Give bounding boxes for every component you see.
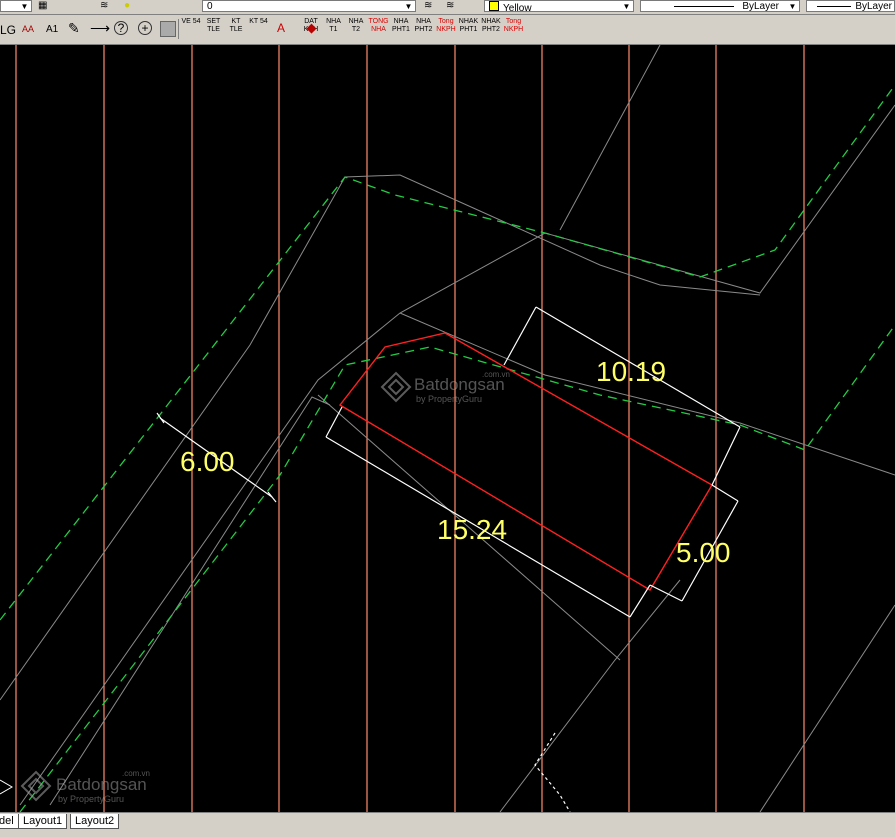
workspace-dropdown[interactable]: ▼: [0, 0, 32, 12]
custom-button-0[interactable]: VE 54: [181, 18, 201, 40]
tab-layout1[interactable]: Layout1: [18, 814, 68, 829]
right-lower-line: [759, 604, 895, 812]
road-edge-line: [19, 104, 895, 806]
custom-button-6[interactable]: NHA T2: [346, 18, 366, 40]
watermark-sub: by PropertyGuru: [58, 794, 124, 804]
lineweight-sample: [817, 5, 852, 7]
drawing-canvas[interactable]: 6.00 15.24 10.19 5.00 Batdongsan by Prop…: [0, 45, 895, 812]
linetype-value: ByLayer: [742, 1, 779, 12]
lineweight-dropdown[interactable]: ByLayer: [806, 0, 895, 12]
custom-button-11[interactable]: NHAK PHT1: [459, 18, 479, 40]
dimension-width-back: 5.00: [676, 537, 731, 568]
layer-value: 0: [207, 1, 213, 12]
linetype-dropdown[interactable]: ByLayer ▼: [640, 0, 800, 12]
dim-15-ext: [629, 584, 651, 618]
watermark-domain: .com.vn: [122, 769, 150, 778]
pencil-icon[interactable]: ✎: [68, 20, 80, 37]
custom-button-2[interactable]: KT TLE: [226, 18, 246, 40]
layer-dropdown[interactable]: 0 ▼: [202, 0, 416, 12]
color-dropdown[interactable]: Yellow ▼: [484, 0, 634, 12]
crosshair-icon[interactable]: +: [138, 21, 152, 35]
custom-button-3[interactable]: KT 54: [249, 18, 269, 40]
chevron-down-icon: ▼: [20, 2, 29, 11]
color-swatch: [489, 1, 499, 11]
toolbar-separator: [178, 19, 179, 39]
arrow-right-icon[interactable]: ⟶: [90, 20, 110, 37]
chevron-down-icon: ▼: [788, 2, 797, 11]
custom-button-13[interactable]: Tong NKPH: [504, 18, 524, 40]
hatch-icon[interactable]: ◆: [302, 18, 322, 40]
toolbar-row-properties: ▼ ▦ ≋ ● 0 ▼ ≋ ≋ Yellow ▼ ByLayer ▼ ByLay…: [0, 0, 895, 15]
context-lines: [0, 45, 895, 812]
lineweight-value: ByLayer: [855, 1, 892, 12]
text-tool-a1[interactable]: A1: [46, 24, 58, 35]
watermark-domain: .com.vn: [482, 370, 510, 379]
custom-button-12[interactable]: NHAK PHT2: [481, 18, 501, 40]
chevron-down-icon: ▼: [622, 2, 631, 11]
layer-previous-icon[interactable]: ≋: [446, 0, 454, 11]
linetype-sample: [674, 5, 735, 7]
building-outline: [534, 732, 571, 812]
dashed-boundary: [0, 84, 895, 812]
layer-manager-icon[interactable]: ≋: [100, 0, 108, 11]
custom-button-7[interactable]: TONG NHA: [369, 18, 389, 40]
diagonal-gray-line: [559, 45, 661, 231]
color-value: Yellow: [503, 3, 532, 12]
dim-10-ext: [503, 306, 537, 366]
ucs-icon: [0, 779, 13, 795]
bulb-icon: ●: [124, 0, 131, 11]
watermark-sub: by PropertyGuru: [416, 394, 482, 404]
text-style-icon[interactable]: A: [271, 18, 291, 40]
point-icon[interactable]: [160, 21, 176, 37]
toolbar-row-tools: LG AA A1 ✎ ⟶ ? + VE 54 SET TLE KT TLE KT 54…: [0, 15, 895, 45]
dimension-length-right: 10.19: [596, 356, 666, 387]
layer-states-icon[interactable]: ▦: [38, 0, 47, 11]
tab-model[interactable]: del: [0, 814, 19, 829]
custom-button-10[interactable]: Tong NKPH: [436, 18, 456, 40]
text-tool-aa[interactable]: AA: [22, 24, 34, 34]
dim-5-ext: [649, 584, 683, 602]
custom-button-8[interactable]: NHA PHT1: [391, 18, 411, 40]
dimension-length-left: 15.24: [437, 514, 507, 545]
chevron-down-icon: ▼: [404, 2, 413, 11]
watermark-center: Batdongsan by PropertyGuru .com.vn: [380, 370, 510, 404]
tab-layout2[interactable]: Layout2: [70, 814, 120, 829]
grid-lines: [15, 45, 805, 812]
layout-tab-bar: del Layout1 Layout2: [0, 812, 895, 837]
help-icon[interactable]: ?: [114, 21, 128, 35]
lower-diagonal-line: [499, 579, 681, 812]
dimension-width-front: 6.00: [180, 446, 235, 477]
custom-button-5[interactable]: NHA T1: [324, 18, 344, 40]
dim-tick: [267, 491, 277, 503]
make-current-layer-icon[interactable]: ≋: [424, 0, 432, 11]
dim-15-ext: [325, 406, 343, 438]
text-tool-lg[interactable]: LG: [0, 23, 16, 37]
brand-logo-icon: [380, 371, 412, 403]
custom-button-1[interactable]: SET TLE: [204, 18, 224, 40]
custom-button-9[interactable]: NHA PHT2: [414, 18, 434, 40]
